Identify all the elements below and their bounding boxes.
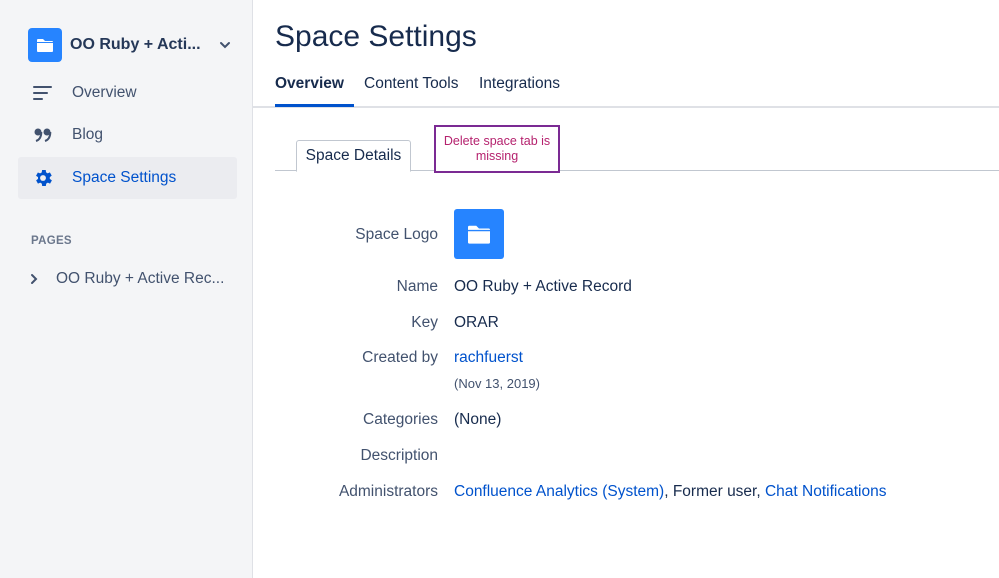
created-date: (Nov 13, 2019) <box>454 376 540 391</box>
categories-value: (None) <box>454 411 502 428</box>
administrators-label: Administrators <box>338 483 438 500</box>
key-value: ORAR <box>454 314 499 331</box>
tab-label: Content Tools <box>364 75 459 92</box>
description-label: Description <box>360 447 438 464</box>
name-label: Name <box>396 278 438 295</box>
key-label: Key <box>411 314 438 331</box>
sidebar-item-label: Overview <box>72 84 137 101</box>
annotation-callout: Delete space tab is missing <box>434 125 560 173</box>
created-by-user-link[interactable]: rachfuerst <box>454 349 523 367</box>
name-value: OO Ruby + Active Record <box>454 278 632 295</box>
space-avatar <box>28 28 62 62</box>
tab-integrations[interactable]: Integrations <box>479 75 560 108</box>
tab-content-tools[interactable]: Content Tools <box>364 75 459 108</box>
chevron-right-icon[interactable] <box>30 273 48 285</box>
administrators-value: Confluence Analytics (System), Former us… <box>454 483 886 501</box>
admin-link[interactable]: Chat Notifications <box>765 483 886 500</box>
page-tree-item[interactable]: OO Ruby + Active Rec... <box>30 266 224 292</box>
space-logo-label: Space Logo <box>355 226 438 243</box>
overview-lines-icon <box>31 81 55 105</box>
space-name[interactable]: OO Ruby + Acti... <box>70 36 217 54</box>
pages-heading: PAGES <box>31 235 72 247</box>
tab-label: Overview <box>275 75 344 92</box>
page-tree-label[interactable]: OO Ruby + Active Rec... <box>56 270 224 288</box>
tab-space-details[interactable]: Space Details <box>296 140 411 172</box>
gear-icon <box>31 166 55 190</box>
tab-overview[interactable]: Overview <box>275 75 354 107</box>
sidebar-item-label: Space Settings <box>72 169 177 186</box>
admin-link[interactable]: Confluence Analytics (System) <box>454 483 664 500</box>
sidebar-item-overview[interactable]: Overview <box>18 72 237 114</box>
admin-separator: , Former user, <box>664 483 765 500</box>
created-by-label: Created by <box>362 349 438 366</box>
page-title: Space Settings <box>275 20 477 53</box>
space-logo[interactable] <box>454 209 504 259</box>
categories-label: Categories <box>363 411 438 428</box>
chevron-down-icon[interactable] <box>217 37 233 53</box>
sidebar-item-blog[interactable]: Blog <box>18 114 237 156</box>
quote-icon <box>31 123 55 147</box>
sidebar: OO Ruby + Acti... Overview Blog Space Se… <box>0 0 253 578</box>
sidebar-item-space-settings[interactable]: Space Settings <box>18 157 237 199</box>
tab-label: Integrations <box>479 75 560 92</box>
settings-tabs: Overview Content Tools Integrations <box>253 63 999 108</box>
folder-icon <box>37 39 53 52</box>
folder-icon <box>468 225 490 244</box>
sidebar-item-label: Blog <box>72 126 104 143</box>
space-switcher[interactable]: OO Ruby + Acti... <box>28 28 233 62</box>
